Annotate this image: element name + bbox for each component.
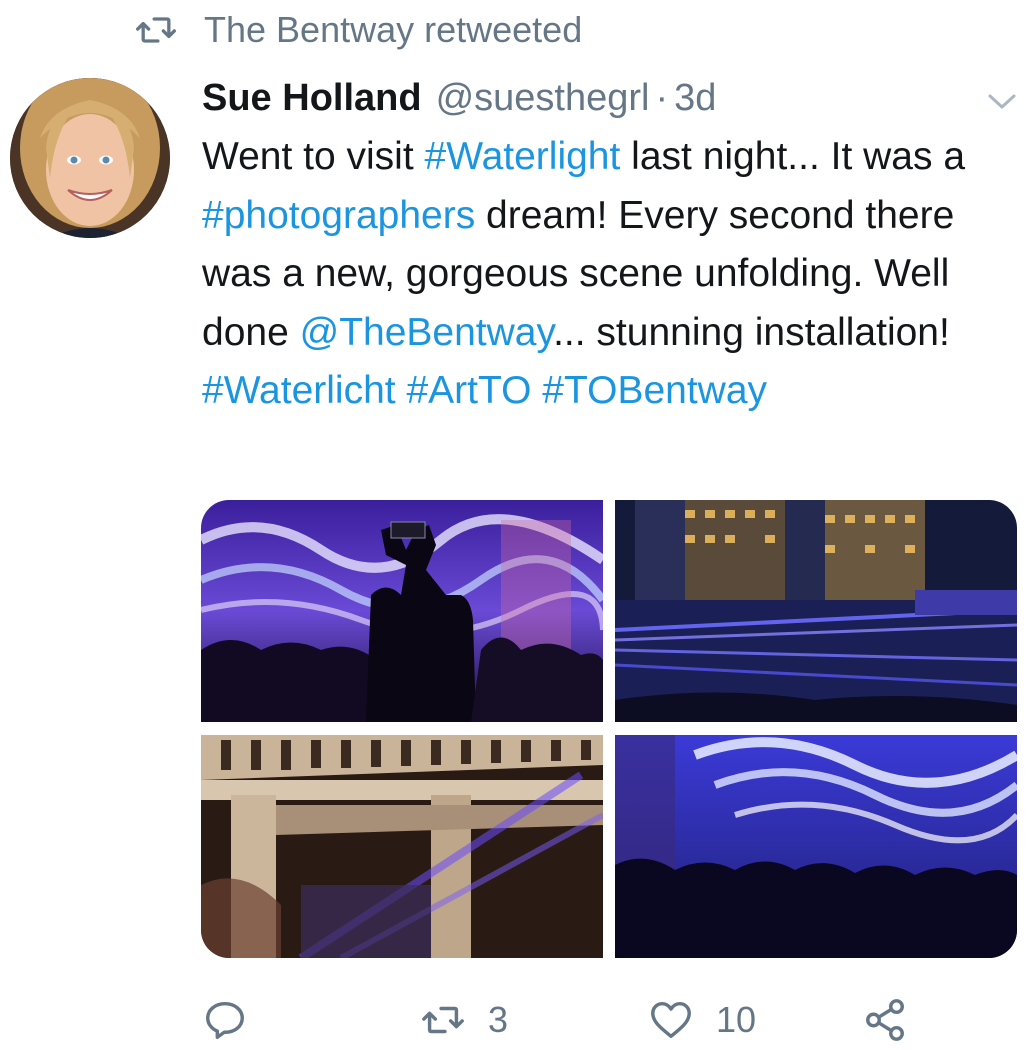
hashtag-photographers[interactable]: #photographers bbox=[202, 194, 475, 237]
photo-person-filming-light-waves bbox=[201, 500, 603, 722]
retweet-icon bbox=[136, 17, 176, 43]
share-icon bbox=[866, 999, 904, 1041]
photo-3[interactable] bbox=[201, 735, 603, 958]
mention-thebentway[interactable]: @TheBentway bbox=[300, 311, 553, 354]
photo-1[interactable] bbox=[201, 500, 603, 722]
like-count: 10 bbox=[716, 999, 757, 1040]
share-button[interactable] bbox=[862, 990, 908, 1050]
retweet-context-label: The Bentway retweeted bbox=[204, 9, 583, 50]
separator-dot: · bbox=[655, 76, 669, 119]
tweet-text-space bbox=[531, 369, 542, 412]
media-grid bbox=[201, 500, 1017, 958]
display-name[interactable]: Sue Holland bbox=[202, 77, 422, 120]
photo-crowd-light-waves bbox=[615, 735, 1017, 958]
retweet-icon bbox=[422, 1006, 464, 1034]
hashtag-tobentway[interactable]: #TOBentway bbox=[542, 369, 767, 412]
retweet-count: 3 bbox=[488, 999, 509, 1040]
tweet-text-segment: last night... It was a bbox=[620, 135, 966, 178]
heart-icon bbox=[651, 1001, 691, 1039]
hashtag-artto[interactable]: #ArtTO bbox=[406, 369, 531, 412]
avatar[interactable] bbox=[10, 78, 170, 238]
photo-4[interactable] bbox=[615, 735, 1017, 958]
tweet-text-space bbox=[396, 369, 407, 412]
like-button[interactable]: 10 bbox=[648, 990, 756, 1050]
reply-icon bbox=[206, 1001, 244, 1039]
photo-bridge-underside-lasers bbox=[201, 735, 603, 958]
timestamp[interactable]: 3d bbox=[674, 77, 716, 120]
tweet-text-segment: Went to visit bbox=[202, 135, 425, 178]
user-handle[interactable]: @suesthegrl bbox=[436, 77, 650, 120]
tweet-action-bar: 3 10 bbox=[0, 990, 1026, 1050]
photo-2[interactable] bbox=[615, 500, 1017, 722]
chevron-down-icon[interactable] bbox=[982, 86, 1022, 116]
tweet-text: Went to visit #Waterlight last night... … bbox=[202, 128, 1002, 421]
avatar-image bbox=[10, 78, 170, 238]
hashtag-waterlight[interactable]: #Waterlight bbox=[425, 135, 621, 178]
tweet-header: Sue Holland @suesthegrl · 3d bbox=[202, 72, 716, 124]
tweet-text-segment: ... stunning installation! bbox=[553, 310, 950, 354]
retweet-context[interactable]: The Bentway retweeted bbox=[134, 8, 582, 52]
reply-button[interactable] bbox=[202, 990, 270, 1050]
retweet-button[interactable]: 3 bbox=[420, 990, 508, 1050]
hashtag-waterlicht[interactable]: #Waterlicht bbox=[202, 369, 396, 412]
photo-lasers-city-night bbox=[615, 500, 1017, 722]
